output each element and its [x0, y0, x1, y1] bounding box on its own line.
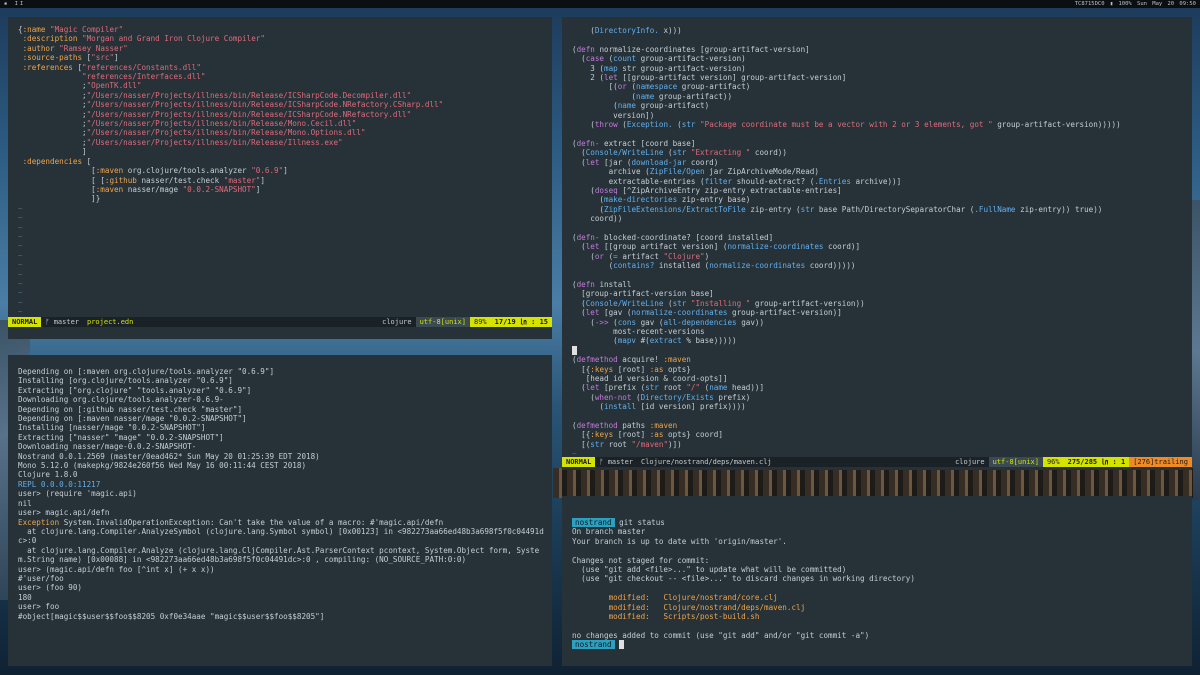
vim-mode-indicator: NORMAL — [562, 457, 596, 467]
filetype-indicator: clojure — [955, 458, 985, 466]
vim-buffer-project-edn[interactable]: {:name "Magic Compiler" :description "Mo… — [18, 25, 443, 317]
file-name: project.edn — [87, 318, 134, 326]
git-modified-list: modified: Clojure/nostrand/core.clj modi… — [608, 593, 806, 622]
vim-mode-indicator: NORMAL — [8, 317, 42, 327]
terminal-cursor[interactable] — [619, 640, 624, 650]
encoding-indicator: utf-8[unix] — [988, 457, 1043, 467]
workspace-indicator[interactable]: ▪ II — [4, 0, 25, 8]
git-status-text: On branch master Your branch is up to da… — [572, 527, 915, 584]
wallpaper-bridge — [553, 468, 1193, 498]
shell-prompt: nostrand — [572, 518, 615, 527]
shell-command: git status — [619, 518, 665, 527]
vim-statusline-right: NORMAL ᚠ master Clojure/nostrand/deps/mave… — [562, 457, 1192, 467]
git-branch-indicator: ᚠ master — [45, 318, 79, 326]
trailing-whitespace-warning: [276]trailing — [1129, 457, 1192, 467]
cursor-position: 17/19 ㏑ : 15 — [490, 317, 552, 327]
shell-prompt-current: nostrand — [572, 640, 615, 650]
git-terminal-pane[interactable]: nostrand git status On branch master You… — [562, 496, 1192, 666]
encoding-indicator: utf-8[unix] — [415, 317, 470, 327]
git-output[interactable]: nostrand git status On branch master You… — [572, 518, 915, 650]
vim-pane-maven-clj[interactable]: (DirectoryInfo. x))) (defn normalize-coo… — [562, 17, 1192, 470]
repl-output[interactable]: Depending on [:maven org.clojure/tools.a… — [18, 367, 546, 621]
vim-statusline-left: NORMAL ᚠ master project.edn clojure utf-8[u… — [8, 317, 552, 327]
cursor-position: 275/285 ㏑ : 1 — [1063, 457, 1130, 467]
system-tray: TC8715DC0 ▮ 100% Sun May 20 09:50 — [1074, 1, 1196, 7]
top-bar: ▪ II TC8715DC0 ▮ 100% Sun May 20 09:50 — [0, 0, 1200, 8]
filetype-indicator: clojure — [382, 318, 412, 326]
file-name: Clojure/nostrand/deps/maven.clj — [641, 458, 772, 466]
git-branch-indicator: ᚠ master — [599, 458, 633, 466]
scroll-percent: 96% — [1042, 457, 1064, 467]
git-footer: no changes added to commit (use "git add… — [572, 630, 870, 640]
vim-buffer-maven-clj[interactable]: (DirectoryInfo. x))) (defn normalize-coo… — [572, 26, 1121, 459]
scroll-percent: 89% — [469, 317, 491, 327]
vim-pane-project-edn[interactable]: {:name "Magic Compiler" :description "Mo… — [8, 17, 552, 339]
repl-terminal-pane[interactable]: Depending on [:maven org.clojure/tools.a… — [8, 355, 552, 666]
